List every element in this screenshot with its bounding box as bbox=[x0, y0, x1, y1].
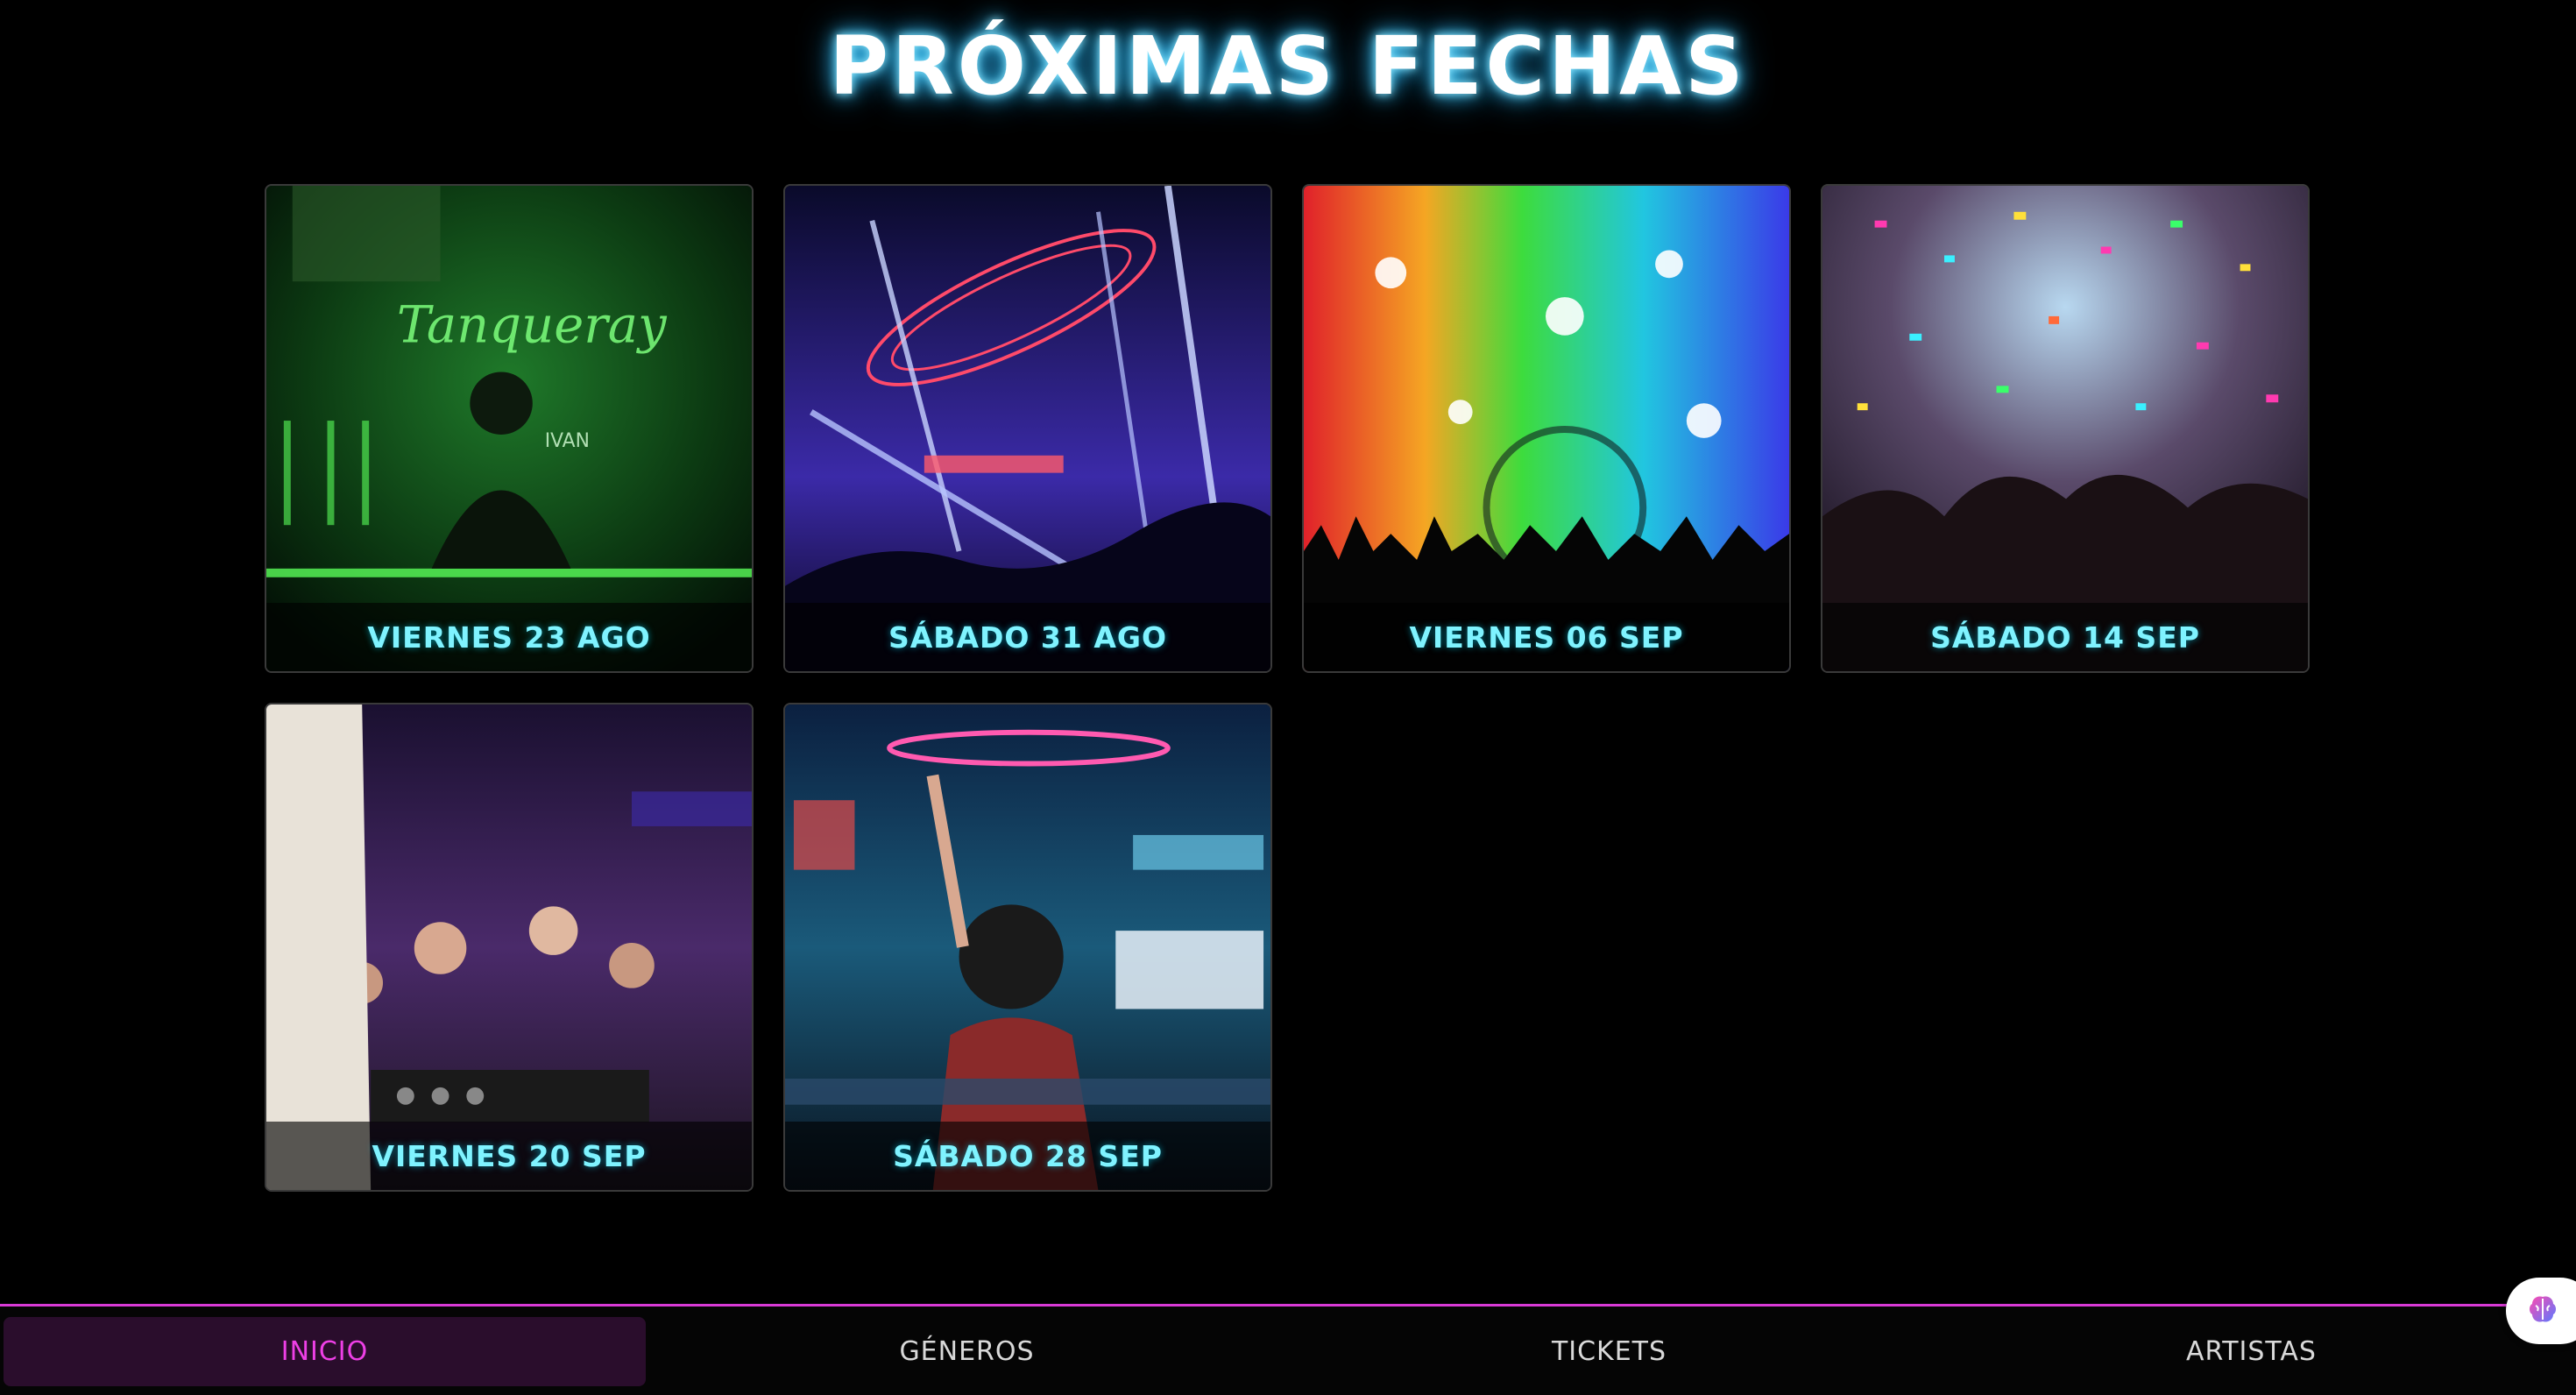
nav-item-artistas[interactable]: ARTISTAS bbox=[1930, 1317, 2572, 1386]
page: PRÓXIMAS FECHAS Tanqueray IVAN VIERNES 2… bbox=[0, 0, 2576, 1395]
event-date-label: VIERNES 06 SEP bbox=[1409, 620, 1684, 655]
event-image bbox=[1822, 186, 2308, 671]
bottom-nav: INICIO GÉNEROS TICKETS ARTISTAS bbox=[0, 1304, 2576, 1395]
events-grid: Tanqueray IVAN VIERNES 23 AGO SÁBADO 31 … bbox=[265, 184, 2311, 1192]
event-label-bar: SÁBADO 28 SEP bbox=[785, 1122, 1270, 1190]
event-card[interactable]: SÁBADO 14 SEP bbox=[1821, 184, 2310, 673]
nav-item-generos[interactable]: GÉNEROS bbox=[646, 1317, 1288, 1386]
event-date-label: SÁBADO 31 AGO bbox=[888, 620, 1168, 655]
nav-item-inicio[interactable]: INICIO bbox=[4, 1317, 646, 1386]
event-card[interactable]: VIERNES 06 SEP bbox=[1302, 184, 1791, 673]
event-label-bar: SÁBADO 14 SEP bbox=[1822, 603, 2308, 671]
event-label-bar: VIERNES 23 AGO bbox=[266, 603, 752, 671]
event-label-bar: VIERNES 20 SEP bbox=[266, 1122, 752, 1190]
svg-text:Tanqueray: Tanqueray bbox=[397, 296, 668, 355]
brain-icon bbox=[2525, 1292, 2560, 1330]
event-card[interactable]: SÁBADO 31 AGO bbox=[783, 184, 1272, 673]
page-title: PRÓXIMAS FECHAS bbox=[829, 19, 1747, 113]
event-label-bar: VIERNES 06 SEP bbox=[1304, 603, 1789, 671]
event-image bbox=[785, 186, 1270, 671]
event-image bbox=[1304, 186, 1789, 671]
event-image bbox=[266, 705, 752, 1190]
event-image bbox=[785, 705, 1270, 1190]
event-date-label: VIERNES 20 SEP bbox=[372, 1138, 647, 1173]
svg-text:IVAN: IVAN bbox=[545, 430, 590, 452]
event-date-label: SÁBADO 14 SEP bbox=[1930, 620, 2200, 655]
event-card[interactable]: Tanqueray IVAN VIERNES 23 AGO bbox=[265, 184, 754, 673]
event-label-bar: SÁBADO 31 AGO bbox=[785, 603, 1270, 671]
event-card[interactable]: SÁBADO 28 SEP bbox=[783, 703, 1272, 1192]
event-date-label: SÁBADO 28 SEP bbox=[893, 1138, 1163, 1173]
assistant-button[interactable] bbox=[2506, 1278, 2576, 1344]
event-date-label: VIERNES 23 AGO bbox=[367, 620, 651, 655]
nav-item-tickets[interactable]: TICKETS bbox=[1288, 1317, 1930, 1386]
event-card[interactable]: VIERNES 20 SEP bbox=[265, 703, 754, 1192]
event-image: Tanqueray IVAN bbox=[266, 186, 752, 671]
